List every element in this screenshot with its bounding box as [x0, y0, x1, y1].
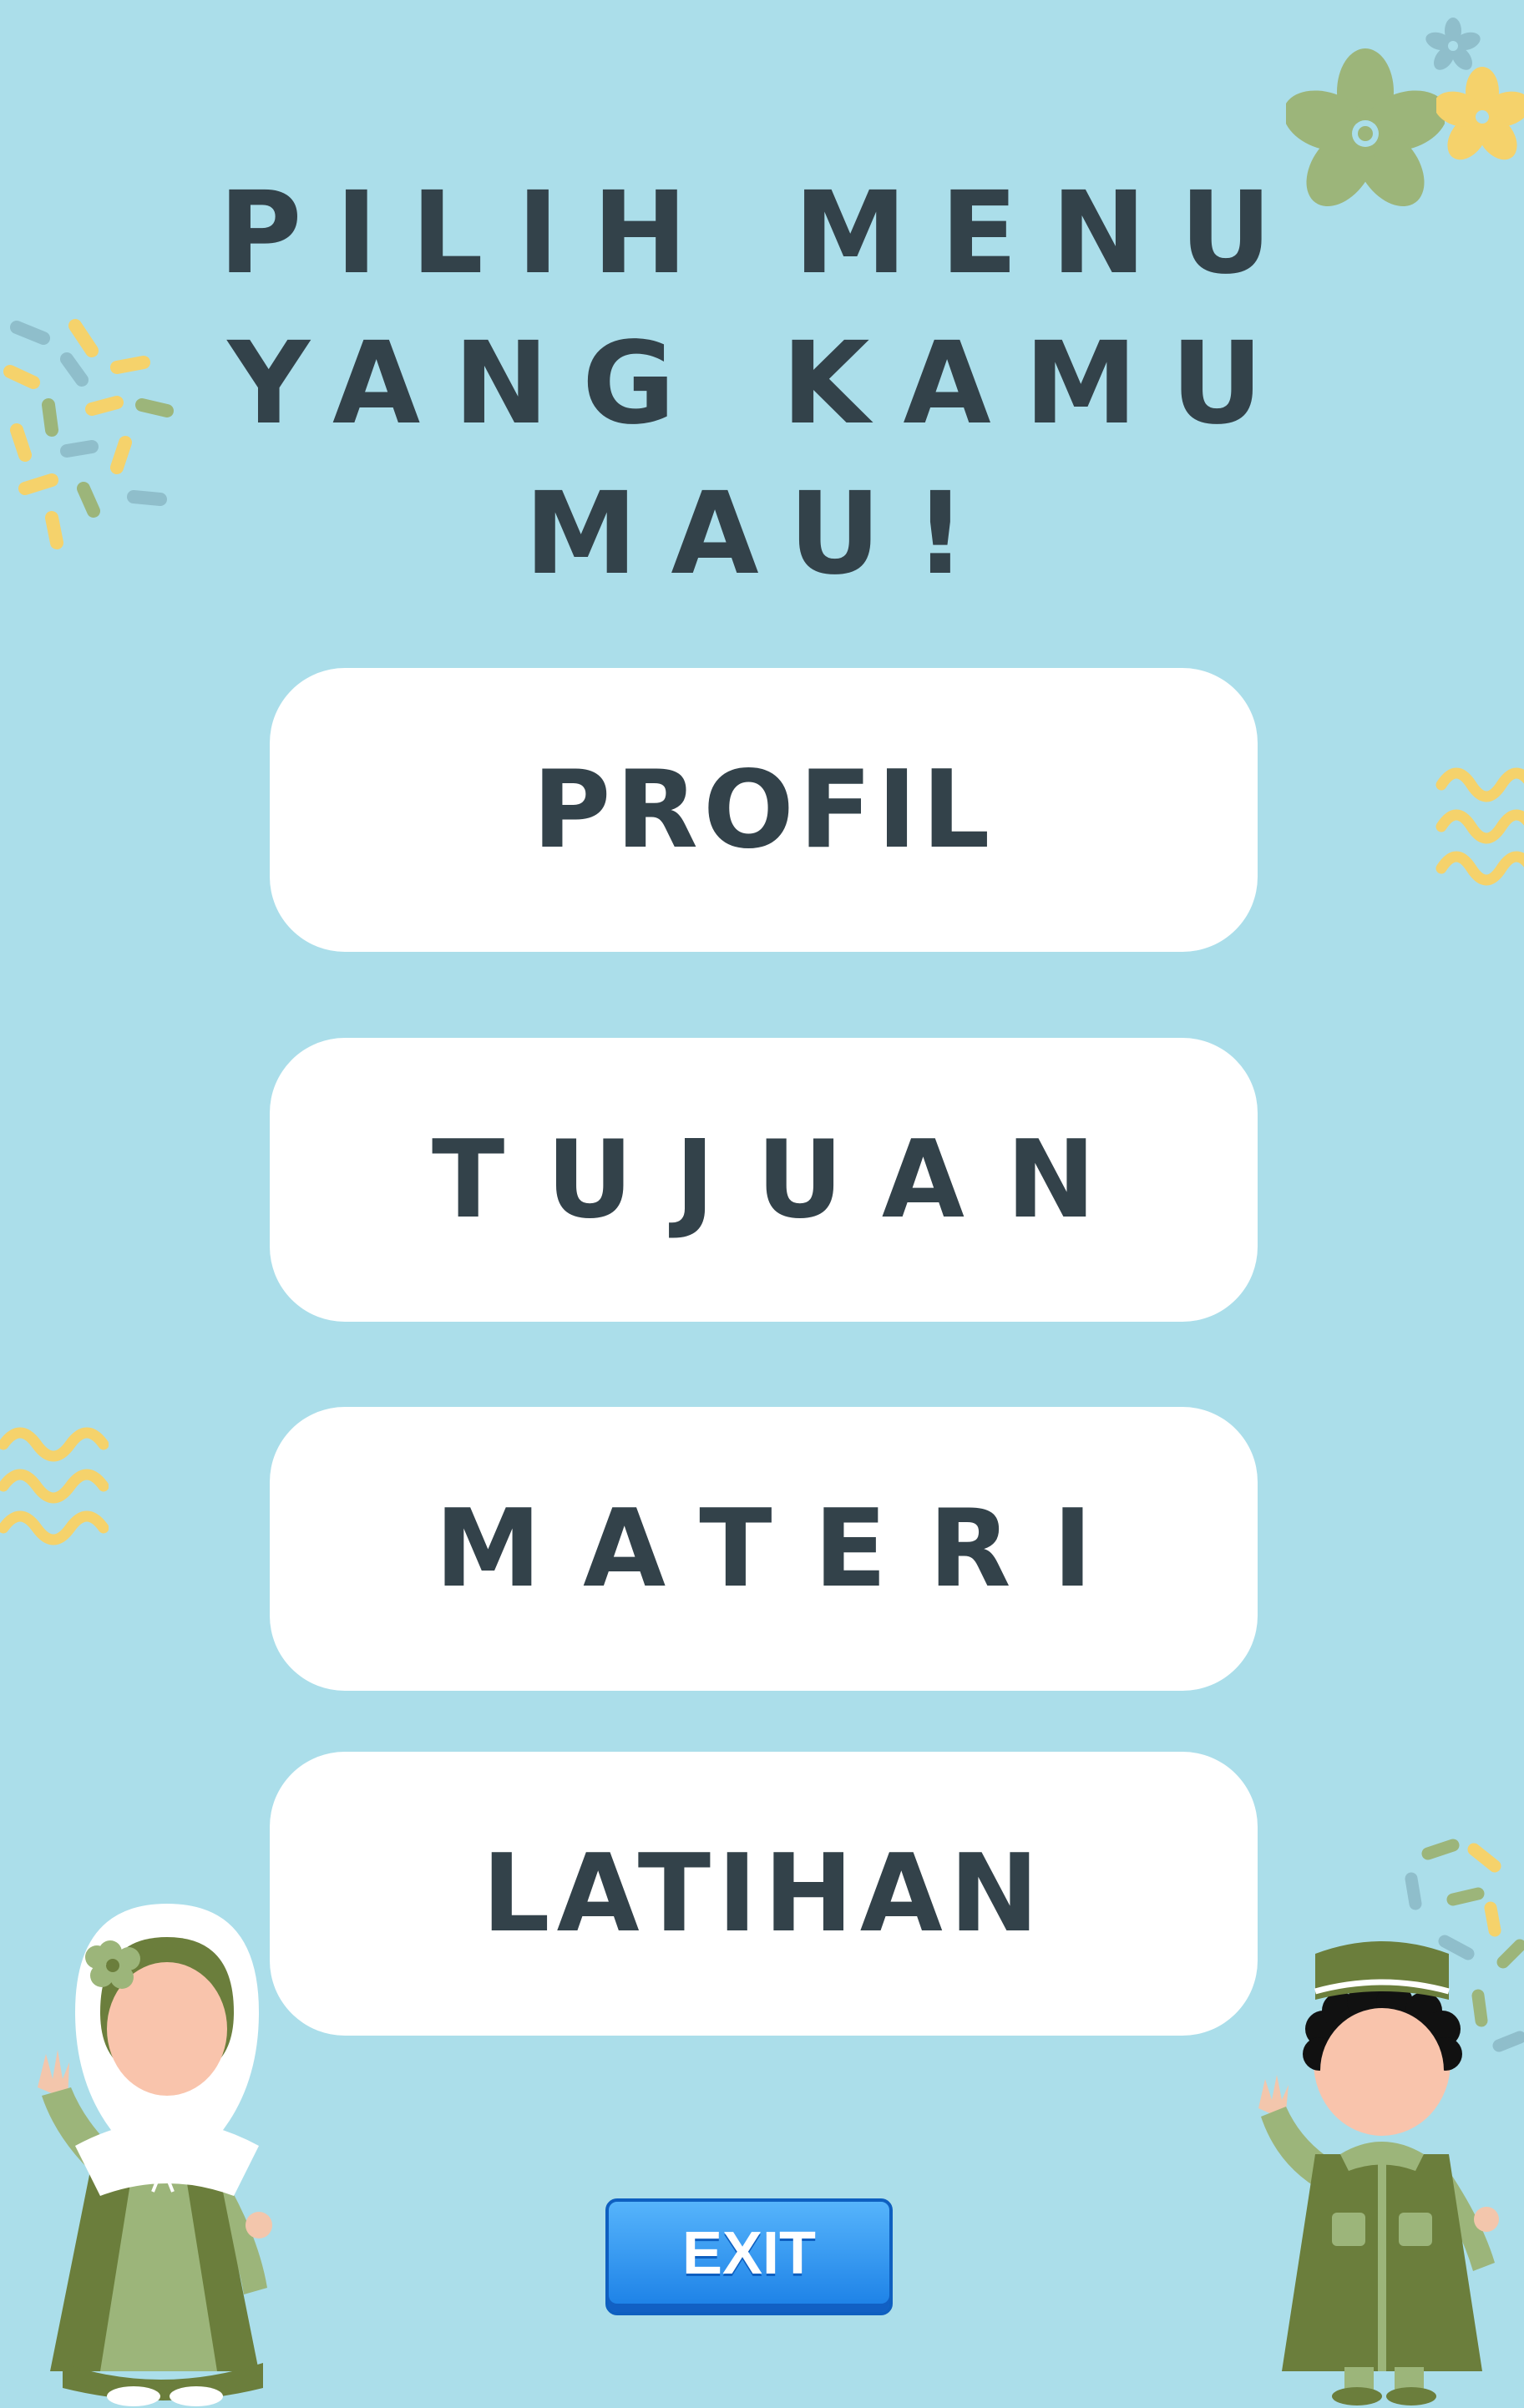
title-line-2: YANG KAMU [227, 318, 1297, 450]
girl-character-icon [38, 1904, 272, 2406]
latihan-button-label: LATIHAN [482, 1831, 1046, 1956]
materi-button-label: MATERI [434, 1486, 1135, 1611]
boy-character-icon [1258, 1941, 1499, 2405]
flower-icon [1425, 18, 1481, 70]
wave-icon [0, 1427, 109, 1545]
flower-icon [1436, 67, 1524, 160]
tujuan-button[interactable]: TUJUAN [270, 1038, 1258, 1322]
confetti-icon [3, 319, 174, 549]
latihan-button[interactable]: LATIHAN [270, 1752, 1258, 2036]
title-line-3: MAU! [524, 468, 1000, 600]
tujuan-button-label: TUJUAN [431, 1117, 1138, 1242]
exit-button-label: EXIT [681, 2220, 817, 2287]
profil-button[interactable]: PROFIL [270, 668, 1258, 952]
profil-button-label: PROFIL [532, 747, 995, 873]
wave-icon [1435, 767, 1524, 886]
exit-button[interactable]: EXIT [605, 2198, 893, 2315]
materi-button[interactable]: MATERI [270, 1407, 1258, 1691]
flower-icon [1286, 48, 1445, 207]
page-title: PILIH MENU YANG KAMU MAU! [0, 159, 1524, 610]
